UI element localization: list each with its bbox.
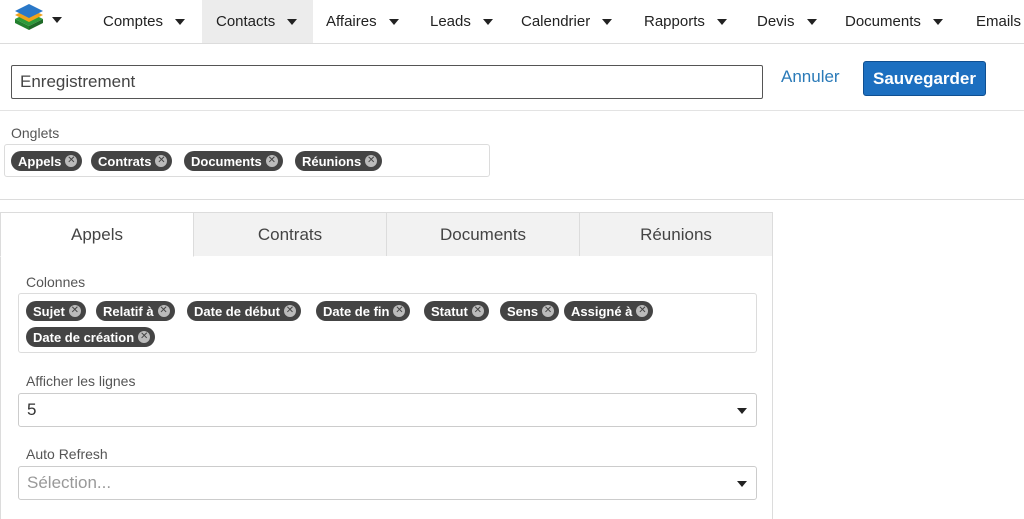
tag-label: Appels <box>18 153 62 169</box>
caret-down-icon <box>602 18 613 25</box>
close-circle-icon[interactable]: ✕ <box>157 305 170 317</box>
nav-item-affaires[interactable]: Affaires <box>326 0 399 43</box>
tab-appels[interactable]: Appels <box>0 212 194 257</box>
nav-label: Leads <box>430 13 471 30</box>
close-circle-icon[interactable]: ✕ <box>155 155 168 167</box>
tag-label: Sens <box>507 303 539 319</box>
tag-label: Date de création <box>33 329 135 345</box>
select-value: 5 <box>27 400 37 419</box>
tag-date-de-debut[interactable]: Date de début ✕ <box>187 301 301 321</box>
caret-down-icon <box>52 17 62 23</box>
caret-down-icon <box>737 481 747 487</box>
app-logo-menu[interactable] <box>12 4 66 36</box>
afficher-lignes-select[interactable]: 5 <box>18 393 757 427</box>
close-circle-icon[interactable]: ✕ <box>265 155 278 167</box>
close-circle-icon[interactable]: ✕ <box>471 305 484 317</box>
tag-label: Date de début <box>194 303 280 319</box>
colonnes-tag-field[interactable]: Sujet ✕ Relatif à ✕ Date de début ✕ Date de… <box>18 293 757 353</box>
record-header: Annuler Sauvegarder <box>0 45 1024 111</box>
caret-down-icon <box>806 18 817 25</box>
caret-down-icon <box>716 18 727 25</box>
save-button[interactable]: Sauvegarder <box>863 61 986 96</box>
nav-item-leads[interactable]: Leads <box>430 0 493 43</box>
tag-label: Assigné à <box>571 303 633 319</box>
caret-down-icon <box>287 18 298 25</box>
auto-refresh-label: Auto Refresh <box>26 446 108 462</box>
nav-label: Contacts <box>216 13 276 30</box>
dashlet-tabs: Appels Contrats Documents Réunions <box>0 212 773 257</box>
nav-item-comptes[interactable]: Comptes <box>103 0 186 43</box>
top-navbar: Comptes Contacts Affaires Leads Calendri… <box>0 0 1024 44</box>
nav-item-rapports[interactable]: Rapports <box>644 0 727 43</box>
caret-down-icon <box>482 18 493 25</box>
nav-item-documents[interactable]: Documents <box>845 0 943 43</box>
nav-item-calendrier[interactable]: Calendrier <box>521 0 613 43</box>
tag-sens[interactable]: Sens ✕ <box>500 301 560 321</box>
tab-contrats[interactable]: Contrats <box>193 212 387 257</box>
nav-label: Documents <box>845 13 921 30</box>
tag-assigne-a[interactable]: Assigné à ✕ <box>564 301 654 321</box>
afficher-lignes-label: Afficher les lignes <box>26 373 136 389</box>
nav-item-contacts[interactable]: Contacts <box>202 0 313 43</box>
tag-label: Sujet <box>33 303 65 319</box>
nav-label: Devis <box>757 13 795 30</box>
caret-down-icon <box>932 18 943 25</box>
close-circle-icon[interactable]: ✕ <box>68 305 81 317</box>
cancel-link[interactable]: Annuler <box>781 67 840 87</box>
tag-relatif-a[interactable]: Relatif à ✕ <box>96 301 175 321</box>
onglets-panel: Onglets Appels ✕ Contrats ✕ Documents ✕ Réu… <box>0 112 1024 200</box>
nav-label: Calendrier <box>521 13 591 30</box>
tag-label: Documents <box>191 153 262 169</box>
close-circle-icon[interactable]: ✕ <box>283 305 296 317</box>
close-circle-icon[interactable]: ✕ <box>65 155 78 167</box>
record-name-input[interactable] <box>11 65 763 99</box>
nav-label: Emails <box>976 13 1022 30</box>
tab-documents[interactable]: Documents <box>386 212 580 257</box>
stacked-layers-logo-icon <box>15 4 43 30</box>
tag-label: Relatif à <box>103 303 154 319</box>
tag-statut[interactable]: Statut ✕ <box>424 301 489 321</box>
select-placeholder: Sélection... <box>27 473 112 492</box>
close-circle-icon[interactable]: ✕ <box>636 305 649 317</box>
colonnes-label: Colonnes <box>26 274 86 290</box>
close-circle-icon[interactable]: ✕ <box>393 305 406 317</box>
tag-sujet[interactable]: Sujet ✕ <box>26 301 86 321</box>
tag-date-de-fin[interactable]: Date de fin ✕ <box>316 301 411 321</box>
tag-label: Statut <box>431 303 468 319</box>
tag-contrats[interactable]: Contrats ✕ <box>91 151 173 171</box>
tag-documents[interactable]: Documents ✕ <box>184 151 283 171</box>
nav-label: Comptes <box>103 13 164 30</box>
tag-date-de-creation[interactable]: Date de création ✕ <box>26 327 156 347</box>
onglets-label: Onglets <box>11 125 60 141</box>
tag-label: Date de fin <box>323 303 390 319</box>
onglets-tag-field[interactable]: Appels ✕ Contrats ✕ Documents ✕ Réunions ✕ <box>4 144 490 177</box>
tag-label: Réunions <box>302 153 362 169</box>
caret-down-icon <box>388 18 399 25</box>
close-circle-icon[interactable]: ✕ <box>542 305 555 317</box>
caret-down-icon <box>175 18 186 25</box>
nav-label: Affaires <box>326 13 377 30</box>
tag-label: Contrats <box>98 153 152 169</box>
caret-down-icon <box>737 408 747 414</box>
nav-item-devis[interactable]: Devis <box>757 0 817 43</box>
auto-refresh-select[interactable]: Sélection... <box>18 466 757 500</box>
tag-reunions[interactable]: Réunions ✕ <box>295 151 383 171</box>
tag-appels[interactable]: Appels ✕ <box>11 151 83 171</box>
close-circle-icon[interactable]: ✕ <box>365 155 378 167</box>
tab-reunions[interactable]: Réunions <box>579 212 773 257</box>
nav-label: Rapports <box>644 13 705 30</box>
tab-panel-appels: Colonnes Sujet ✕ Relatif à ✕ Date de début… <box>0 256 773 519</box>
nav-item-emails[interactable]: Emails <box>976 0 1021 43</box>
close-circle-icon[interactable]: ✕ <box>138 331 151 343</box>
